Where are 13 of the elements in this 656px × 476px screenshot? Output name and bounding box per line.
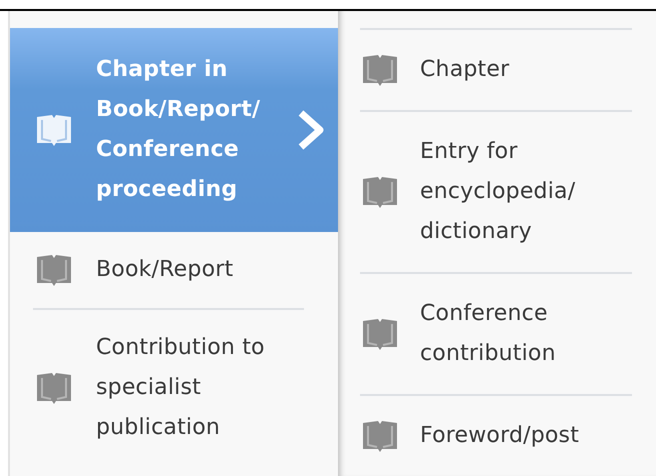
book-icon xyxy=(36,371,72,405)
submenu-item[interactable]: Conference contribution xyxy=(360,274,632,394)
menu-item[interactable]: Contribution to specialist publication xyxy=(10,310,338,466)
submenu-item[interactable]: Entry for encyclopedia/ dictionary xyxy=(360,112,632,272)
book-icon xyxy=(362,53,398,87)
submenu-item[interactable]: Chapter xyxy=(360,30,632,110)
book-icon xyxy=(36,253,72,287)
book-icon xyxy=(36,113,72,147)
book-icon xyxy=(362,317,398,351)
menu-item[interactable]: Book/Report xyxy=(10,232,338,308)
book-icon xyxy=(362,175,398,209)
book-icon xyxy=(362,419,398,453)
submenu-item[interactable]: Foreword/post xyxy=(360,396,632,476)
